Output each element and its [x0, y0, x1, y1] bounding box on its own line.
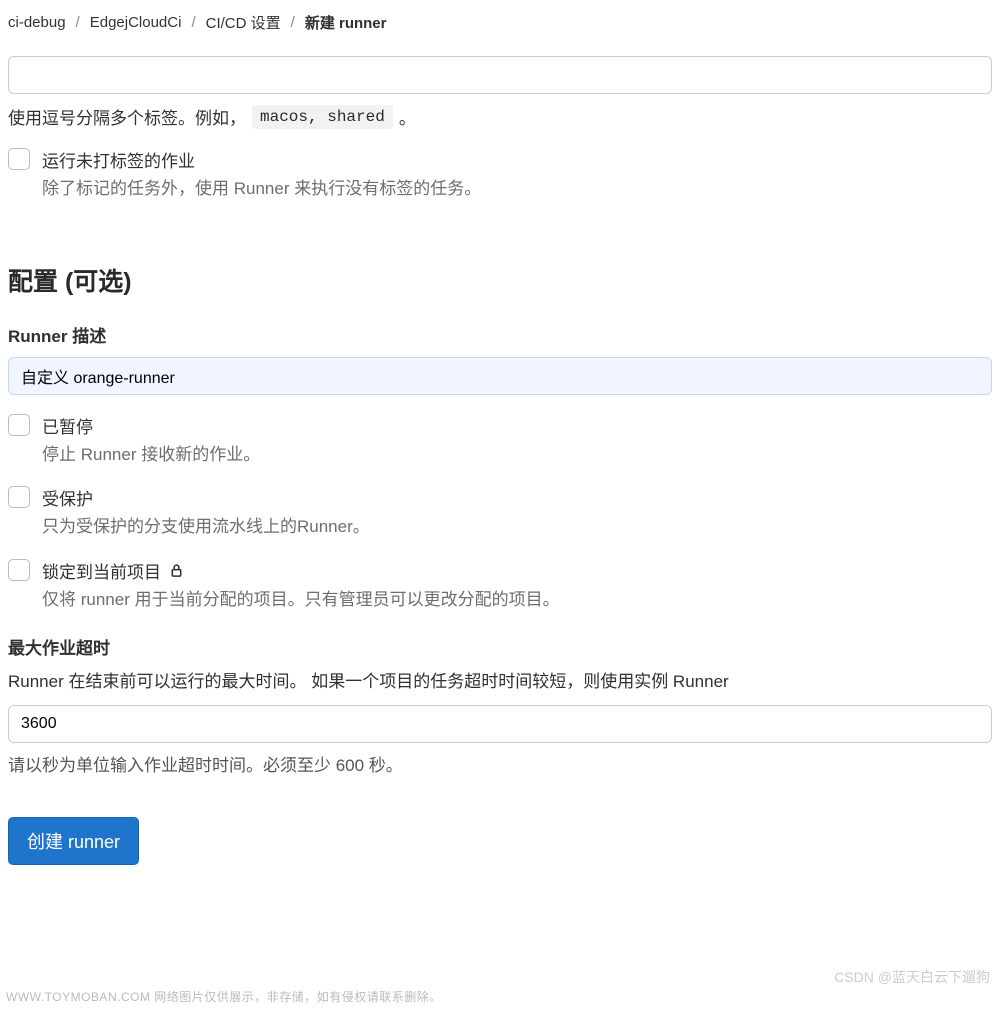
protected-label: 受保护 — [42, 485, 370, 510]
locked-row: 锁定到当前项目 仅将 runner 用于当前分配的项目。只有管理员可以更改分配的… — [8, 558, 992, 613]
locked-label-row: 锁定到当前项目 — [42, 558, 560, 583]
watermark-left: WWW.TOYMOBAN.COM 网络图片仅供展示，非存储，如有侵权请联系删除。 — [6, 988, 442, 1005]
protected-help: 只为受保护的分支使用流水线上的Runner。 — [42, 514, 370, 540]
tags-help-code: macos, shared — [252, 105, 393, 129]
breadcrumb-separator: / — [291, 14, 295, 31]
tags-help-prefix: 使用逗号分隔多个标签。例如， — [8, 104, 246, 129]
description-input[interactable] — [8, 357, 992, 395]
breadcrumb-item[interactable]: EdgejCloudCi — [90, 14, 182, 31]
lock-icon — [169, 563, 184, 578]
breadcrumb-current: 新建 runner — [305, 12, 387, 33]
protected-body: 受保护 只为受保护的分支使用流水线上的Runner。 — [42, 485, 370, 540]
tags-field-wrapper — [8, 56, 992, 94]
breadcrumb-item[interactable]: ci-debug — [8, 14, 66, 31]
paused-label: 已暂停 — [42, 413, 260, 438]
run-untagged-checkbox[interactable] — [8, 148, 30, 170]
tags-help-suffix: 。 — [399, 104, 416, 129]
tags-input[interactable] — [8, 56, 992, 94]
run-untagged-label: 运行未打标签的作业 — [42, 147, 481, 172]
locked-help: 仅将 runner 用于当前分配的项目。只有管理员可以更改分配的项目。 — [42, 587, 560, 613]
protected-checkbox[interactable] — [8, 486, 30, 508]
paused-help: 停止 Runner 接收新的作业。 — [42, 442, 260, 468]
description-label: Runner 描述 — [8, 322, 992, 347]
timeout-input[interactable] — [8, 705, 992, 743]
locked-body: 锁定到当前项目 仅将 runner 用于当前分配的项目。只有管理员可以更改分配的… — [42, 558, 560, 613]
watermark-right: CSDN @蓝天白云下遛狗 — [834, 967, 990, 987]
run-untagged-body: 运行未打标签的作业 除了标记的任务外，使用 Runner 来执行没有标签的任务。 — [42, 147, 481, 202]
breadcrumb: ci-debug / EdgejCloudCi / CI/CD 设置 / 新建 … — [0, 0, 1000, 48]
locked-label: 锁定到当前项目 — [42, 558, 161, 583]
paused-checkbox[interactable] — [8, 414, 30, 436]
protected-row: 受保护 只为受保护的分支使用流水线上的Runner。 — [8, 485, 992, 540]
timeout-help-above: Runner 在结束前可以运行的最大时间。 如果一个项目的任务超时时间较短，则使… — [8, 669, 992, 695]
timeout-label: 最大作业超时 — [8, 634, 992, 659]
breadcrumb-separator: / — [191, 14, 195, 31]
create-runner-button[interactable]: 创建 runner — [8, 817, 139, 865]
paused-body: 已暂停 停止 Runner 接收新的作业。 — [42, 413, 260, 468]
locked-checkbox[interactable] — [8, 559, 30, 581]
config-heading: 配置 (可选) — [8, 262, 992, 298]
paused-row: 已暂停 停止 Runner 接收新的作业。 — [8, 413, 992, 468]
run-untagged-help: 除了标记的任务外，使用 Runner 来执行没有标签的任务。 — [42, 176, 481, 202]
breadcrumb-item[interactable]: CI/CD 设置 — [206, 12, 281, 33]
tags-help: 使用逗号分隔多个标签。例如， macos, shared 。 — [8, 104, 992, 129]
page-content: 使用逗号分隔多个标签。例如， macos, shared 。 运行未打标签的作业… — [0, 56, 1000, 865]
run-untagged-row: 运行未打标签的作业 除了标记的任务外，使用 Runner 来执行没有标签的任务。 — [8, 147, 992, 202]
breadcrumb-separator: / — [76, 14, 80, 31]
timeout-help-below: 请以秒为单位输入作业超时时间。必须至少 600 秒。 — [8, 753, 992, 779]
